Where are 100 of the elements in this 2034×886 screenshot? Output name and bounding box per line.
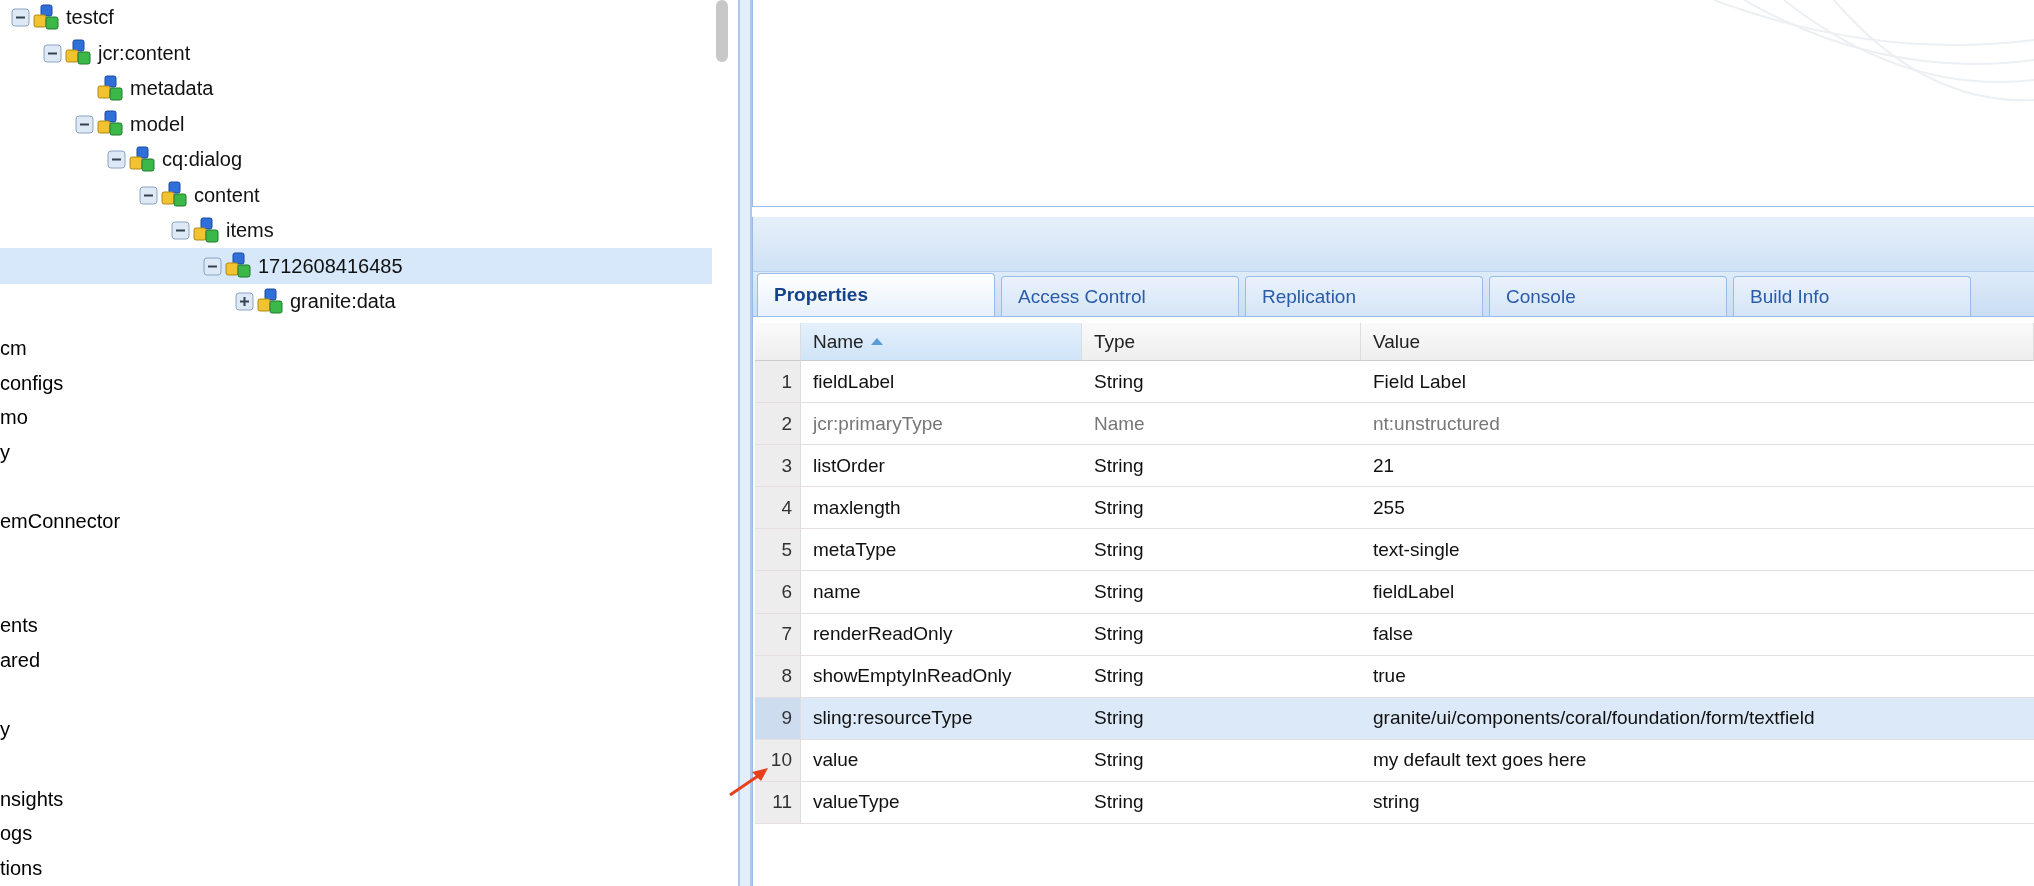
cubes-icon [160, 181, 188, 210]
row-number: 8 [755, 655, 801, 698]
tree-item[interactable]: jcr:content [0, 35, 712, 71]
collapse-icon[interactable] [75, 114, 94, 134]
table-cell[interactable]: String [1082, 529, 1361, 572]
tree-item[interactable]: configs [0, 371, 64, 395]
tree-item[interactable]: testcf [0, 0, 712, 36]
tree-item[interactable]: content [0, 177, 712, 213]
table-cell[interactable]: String [1082, 697, 1361, 740]
tab[interactable]: Replication [1245, 276, 1483, 316]
table-cell[interactable]: true [1361, 655, 2034, 698]
table-cell[interactable]: metaType [801, 529, 1082, 572]
node-label: cq:dialog [162, 148, 243, 172]
collapse-icon[interactable] [203, 256, 222, 276]
tree-item[interactable]: y [0, 441, 10, 465]
table-cell[interactable]: false [1361, 613, 2034, 656]
table-cell[interactable]: nt:unstructured [1361, 403, 2034, 446]
tab[interactable]: Properties [757, 273, 995, 316]
cubes-icon [64, 39, 92, 68]
table-cell[interactable]: name [801, 571, 1082, 614]
collapse-icon[interactable] [107, 150, 126, 170]
column-header[interactable]: Value [1361, 323, 2034, 361]
table-cell[interactable]: String [1082, 445, 1361, 488]
tree-item[interactable]: mo [0, 406, 28, 430]
column-header[interactable]: Type [1082, 323, 1361, 361]
cubes-icon [256, 287, 284, 316]
tab[interactable]: Access Control [1001, 276, 1239, 316]
sort-icon [869, 337, 884, 346]
table-cell[interactable]: String [1082, 655, 1361, 698]
collapse-icon[interactable] [171, 221, 190, 241]
table-cell[interactable]: Name [1082, 403, 1361, 446]
table-cell[interactable]: 21 [1361, 445, 2034, 488]
tab[interactable]: Build Info [1733, 276, 1971, 316]
node-label: jcr:content [98, 41, 191, 65]
table-cell[interactable]: renderReadOnly [801, 613, 1082, 656]
cubes-icon [96, 110, 124, 139]
tree-item[interactable]: tions [0, 857, 43, 881]
node-label: content [194, 183, 260, 207]
table-cell[interactable]: showEmptyInReadOnly [801, 655, 1082, 698]
node-label: 1712608416485 [258, 254, 403, 278]
collapse-icon[interactable] [43, 43, 62, 63]
table-cell[interactable]: jcr:primaryType [801, 403, 1082, 446]
cubes-icon [96, 74, 124, 103]
cubes-icon [32, 3, 60, 32]
node-label: granite:data [290, 290, 396, 314]
tree-item[interactable]: nsights [0, 787, 64, 811]
tree-item[interactable]: cq:dialog [0, 141, 712, 178]
collapse-icon[interactable] [11, 8, 30, 28]
cubes-icon [224, 252, 252, 281]
row-number: 5 [755, 529, 801, 572]
column-header[interactable]: Name [801, 323, 1082, 361]
table-cell[interactable]: granite/ui/components/coral/foundation/form/textfield [1361, 697, 2034, 740]
table-cell[interactable]: my default text goes here [1361, 739, 2034, 782]
node-label: items [226, 219, 274, 243]
table-cell[interactable]: String [1082, 487, 1361, 530]
table-cell[interactable]: fieldLabel [1361, 571, 2034, 614]
table-cell[interactable]: valueType [801, 781, 1082, 825]
scrollbar-thumb[interactable] [716, 0, 728, 62]
tree-item[interactable]: 1712608416485 [0, 248, 712, 284]
table-cell[interactable]: string [1361, 781, 2034, 825]
row-number: 2 [755, 403, 801, 446]
header-corner [755, 323, 801, 361]
tree-item[interactable]: metadata [0, 70, 712, 107]
collapse-icon[interactable] [139, 185, 158, 205]
table-cell[interactable]: String [1082, 739, 1361, 782]
tree-item[interactable]: emConnector [0, 510, 121, 534]
cubes-icon [192, 216, 220, 245]
table-cell[interactable]: maxlength [801, 487, 1082, 530]
tree-item[interactable]: ents [0, 614, 38, 638]
tree-item[interactable]: model [0, 106, 712, 142]
table-cell[interactable]: String [1082, 781, 1361, 825]
table-cell[interactable]: listOrder [801, 445, 1082, 488]
row-number: 9 [755, 697, 801, 740]
row-number: 4 [755, 487, 801, 530]
tree-item[interactable]: cm [0, 337, 27, 360]
table-cell[interactable]: 255 [1361, 487, 2034, 530]
row-number: 7 [755, 613, 801, 656]
node-label: metadata [130, 77, 214, 101]
cubes-icon [128, 145, 156, 174]
tree-item[interactable]: y [0, 718, 10, 742]
table-cell[interactable]: fieldLabel [801, 361, 1082, 404]
node-label: testcf [66, 6, 114, 30]
table-cell[interactable]: String [1082, 361, 1361, 404]
table-cell[interactable]: String [1082, 571, 1361, 614]
row-number: 11 [755, 781, 801, 825]
row-number: 6 [755, 571, 801, 614]
expand-icon[interactable] [235, 292, 254, 312]
table-cell[interactable]: Field Label [1361, 361, 2034, 404]
node-label: model [130, 112, 185, 136]
row-number: 10 [755, 739, 801, 782]
table-cell[interactable]: value [801, 739, 1082, 782]
tree-item[interactable]: items [0, 212, 712, 249]
table-cell[interactable]: text-single [1361, 529, 2034, 572]
tab[interactable]: Console [1489, 276, 1727, 316]
table-cell[interactable]: sling:resourceType [801, 697, 1082, 740]
table-cell[interactable]: String [1082, 613, 1361, 656]
tree-item[interactable]: granite:data [0, 283, 712, 320]
row-number: 3 [755, 445, 801, 488]
tree-item[interactable]: ogs [0, 822, 33, 846]
tree-item[interactable]: ared [0, 649, 41, 673]
